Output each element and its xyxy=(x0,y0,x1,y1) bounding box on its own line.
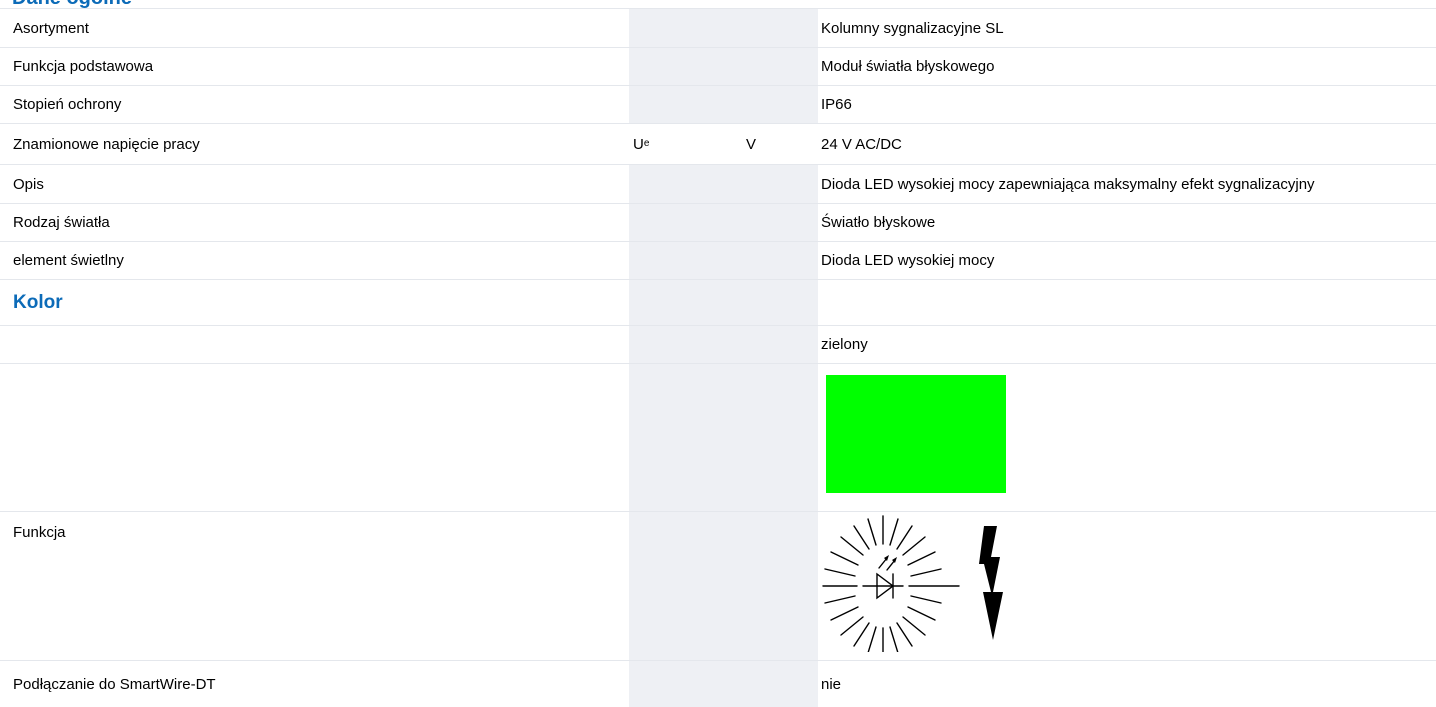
row-unit xyxy=(742,364,818,511)
row-value: nie xyxy=(821,675,842,693)
row-label: element świetlny xyxy=(13,252,124,269)
row-symbol xyxy=(629,48,742,85)
row-unit: V xyxy=(742,124,818,164)
row-label: Asortyment xyxy=(13,19,89,37)
table-row: zielony xyxy=(0,325,1436,363)
row-symbol: Ue xyxy=(629,124,742,164)
row-unit xyxy=(742,242,818,279)
color-swatch-cell xyxy=(818,364,1436,511)
row-unit xyxy=(742,326,818,363)
row-unit xyxy=(742,48,818,85)
table-row: Stopień ochrony IP66 xyxy=(0,85,1436,123)
row-label: Opis xyxy=(13,175,44,193)
table-row: Rodzaj światła Światło błyskowe xyxy=(0,203,1436,241)
section-header-color: Kolor xyxy=(0,279,1436,325)
table-row: Opis Dioda LED wysokiej mocy zapewniając… xyxy=(0,164,1436,203)
row-unit xyxy=(742,86,818,123)
row-unit xyxy=(742,280,818,325)
row-label: Stopień ochrony xyxy=(13,96,122,113)
table-row: Funkcja xyxy=(0,511,1436,660)
row-label: Znamionowe napięcie pracy xyxy=(13,135,200,153)
row-symbol xyxy=(629,364,742,511)
symbol-text: U xyxy=(633,135,644,153)
spec-table: Asortyment Kolumny sygnalizacyjne SL Fun… xyxy=(0,8,1436,707)
row-value: Dioda LED wysokiej mocy xyxy=(821,252,995,269)
color-value: zielony xyxy=(821,336,868,353)
row-value xyxy=(818,280,1436,325)
function-icon-cell xyxy=(818,512,1436,660)
row-value: Moduł światła błyskowego xyxy=(821,58,995,75)
table-row: Znamionowe napięcie pracy Ue V 24 V AC/D… xyxy=(0,123,1436,164)
row-label xyxy=(0,364,629,511)
row-label: Podłączanie do SmartWire-DT xyxy=(13,675,216,693)
row-value: IP66 xyxy=(821,96,852,113)
row-value: Kolumny sygnalizacyjne SL xyxy=(821,19,1004,37)
row-symbol xyxy=(629,86,742,123)
row-symbol xyxy=(629,326,742,363)
section-title: Kolor xyxy=(13,291,63,313)
table-row: Asortyment Kolumny sygnalizacyjne SL xyxy=(0,8,1436,47)
row-value: 24 V AC/DC xyxy=(821,135,902,153)
row-symbol xyxy=(629,512,742,660)
row-symbol xyxy=(629,661,742,707)
row-label: Funkcja xyxy=(13,524,66,541)
row-symbol xyxy=(629,204,742,241)
row-symbol xyxy=(629,165,742,203)
row-unit xyxy=(742,661,818,707)
color-swatch xyxy=(826,375,1006,493)
table-row xyxy=(0,363,1436,511)
section-title-cutoff: Dane ogólne xyxy=(12,0,132,8)
row-symbol xyxy=(629,280,742,325)
flashing-led-icon xyxy=(822,515,1003,652)
table-row: Funkcja podstawowa Moduł światła błyskow… xyxy=(0,47,1436,85)
row-label xyxy=(0,326,629,363)
row-symbol xyxy=(629,9,742,47)
row-unit xyxy=(742,165,818,203)
row-label: Rodzaj światła xyxy=(13,214,110,231)
row-value: Światło błyskowe xyxy=(821,214,936,231)
table-row: element świetlny Dioda LED wysokiej mocy xyxy=(0,241,1436,279)
row-value: Dioda LED wysokiej mocy zapewniająca mak… xyxy=(821,175,1315,193)
row-unit xyxy=(742,512,818,660)
table-row: Podłączanie do SmartWire-DT nie xyxy=(0,660,1436,707)
row-label: Funkcja podstawowa xyxy=(13,58,154,75)
row-unit xyxy=(742,9,818,47)
row-unit xyxy=(742,204,818,241)
row-symbol xyxy=(629,242,742,279)
